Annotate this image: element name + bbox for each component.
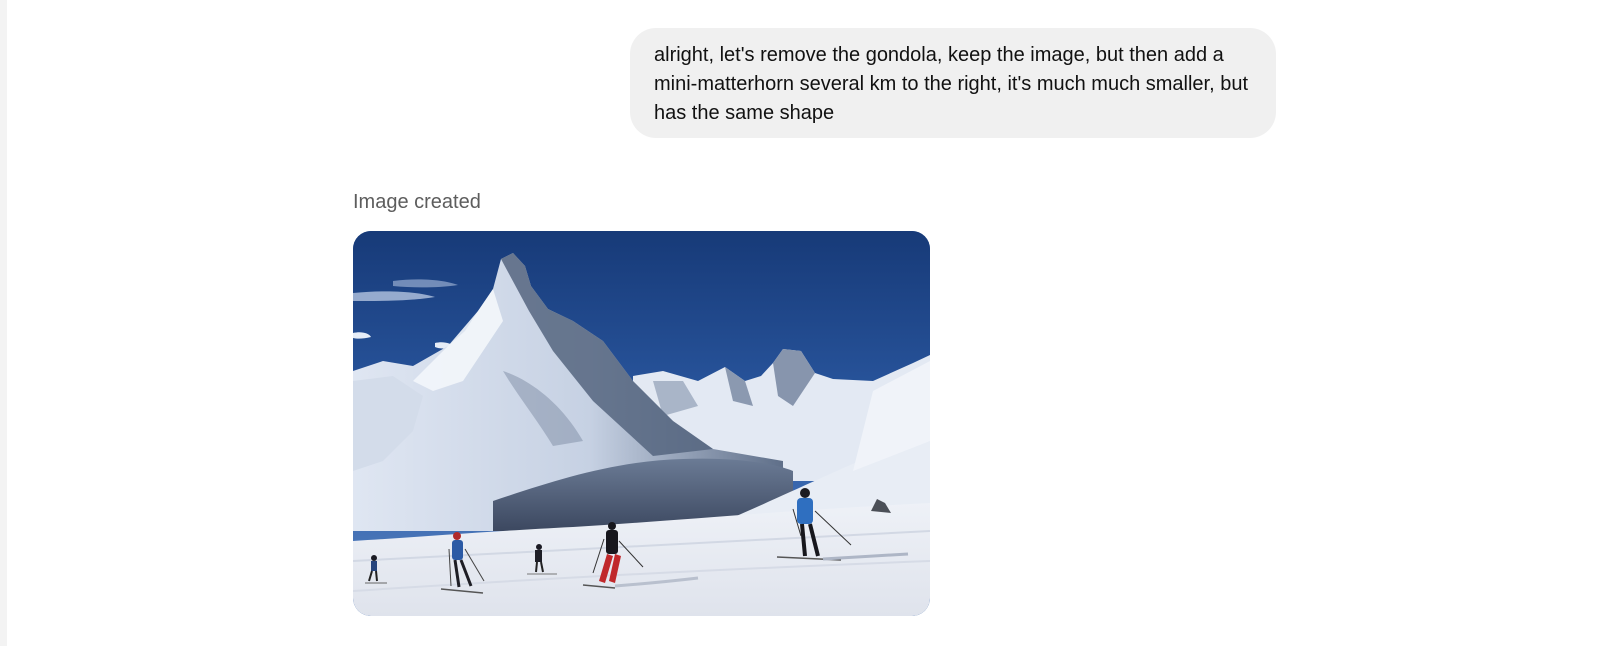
generated-image[interactable] — [353, 231, 930, 616]
ski-slope-matterhorn-image — [353, 231, 930, 616]
user-message-bubble: alright, let's remove the gondola, keep … — [630, 28, 1276, 138]
sidebar-edge — [0, 0, 7, 646]
image-created-label: Image created — [353, 191, 481, 213]
chat-page: alright, let's remove the gondola, keep … — [0, 0, 1600, 646]
